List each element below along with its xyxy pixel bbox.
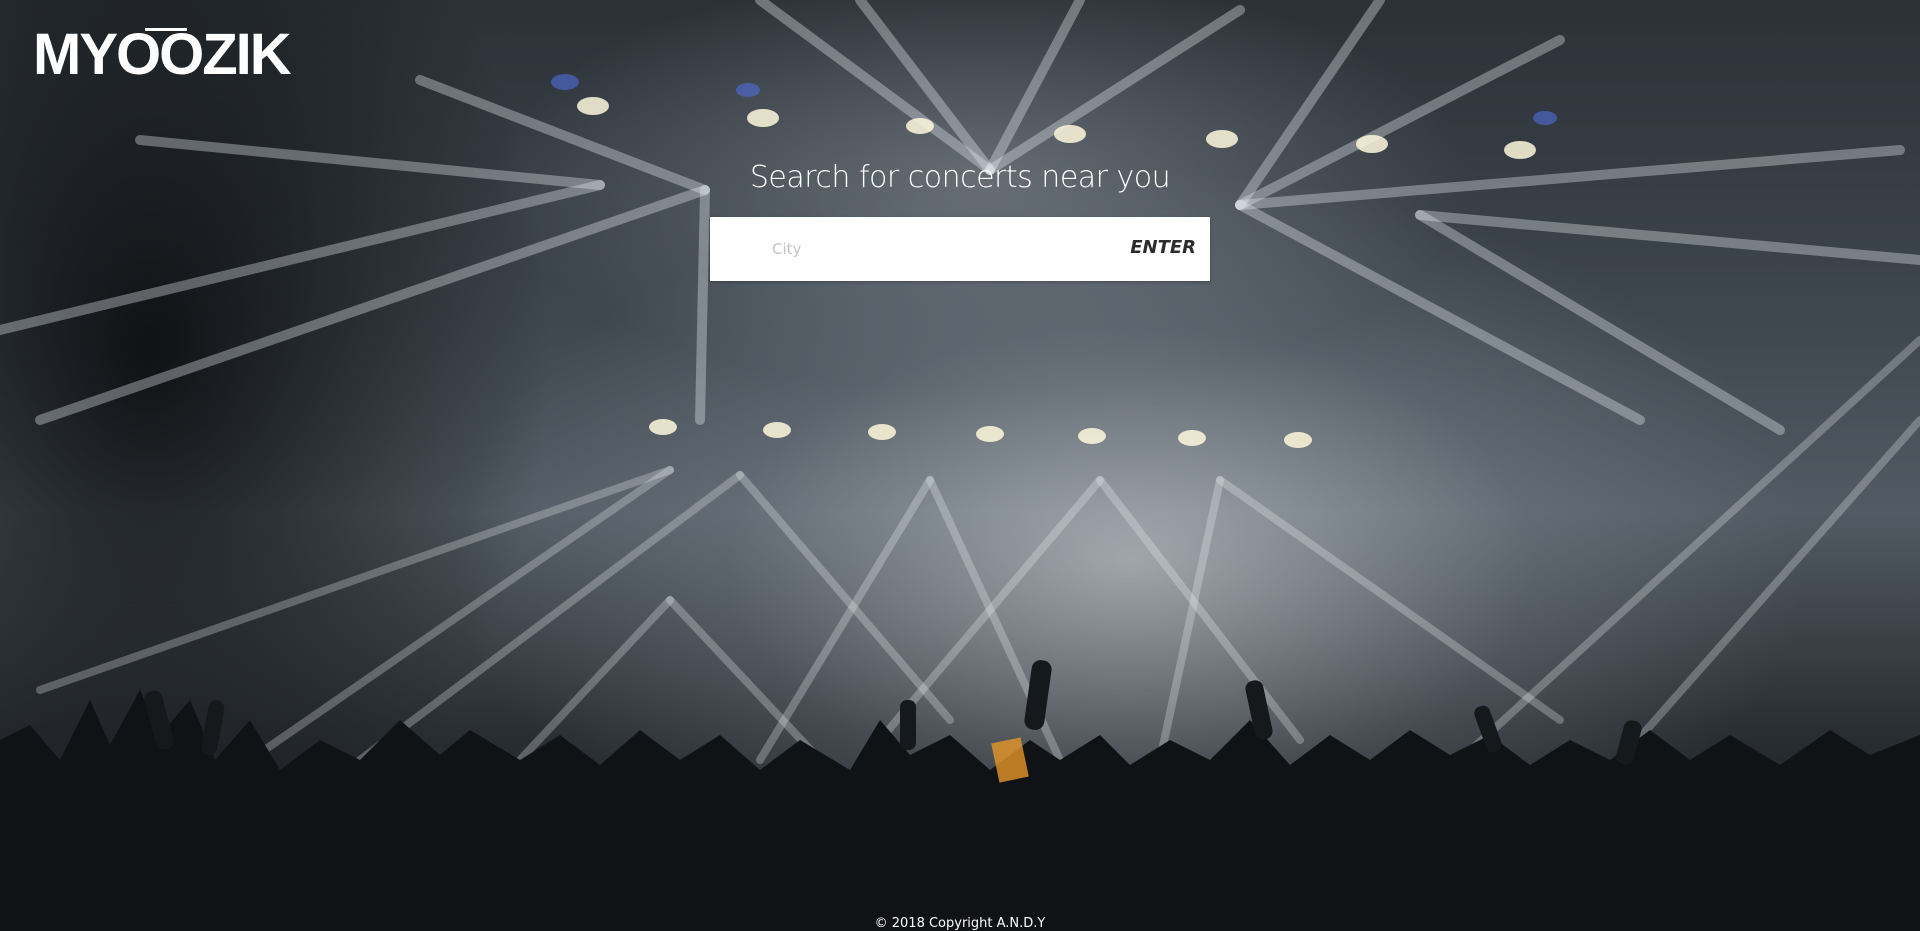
crowd-silhouette [0,660,1920,931]
footer-copyright: © 2018 Copyright A.N.D.Y [874,916,1046,931]
city-search-input[interactable] [770,231,1094,267]
logo-accent-bar [145,28,187,31]
page-headline: Search for concerts near you [749,160,1171,195]
hero-background: MYOOZIK Search for concerts near you ENT… [0,0,1920,931]
enter-button[interactable]: ENTER [1130,237,1196,258]
brand-logo[interactable]: MYOOZIK [33,26,292,84]
logo-text: MYOOZIK [33,22,292,87]
city-search-form: ENTER [710,217,1210,281]
